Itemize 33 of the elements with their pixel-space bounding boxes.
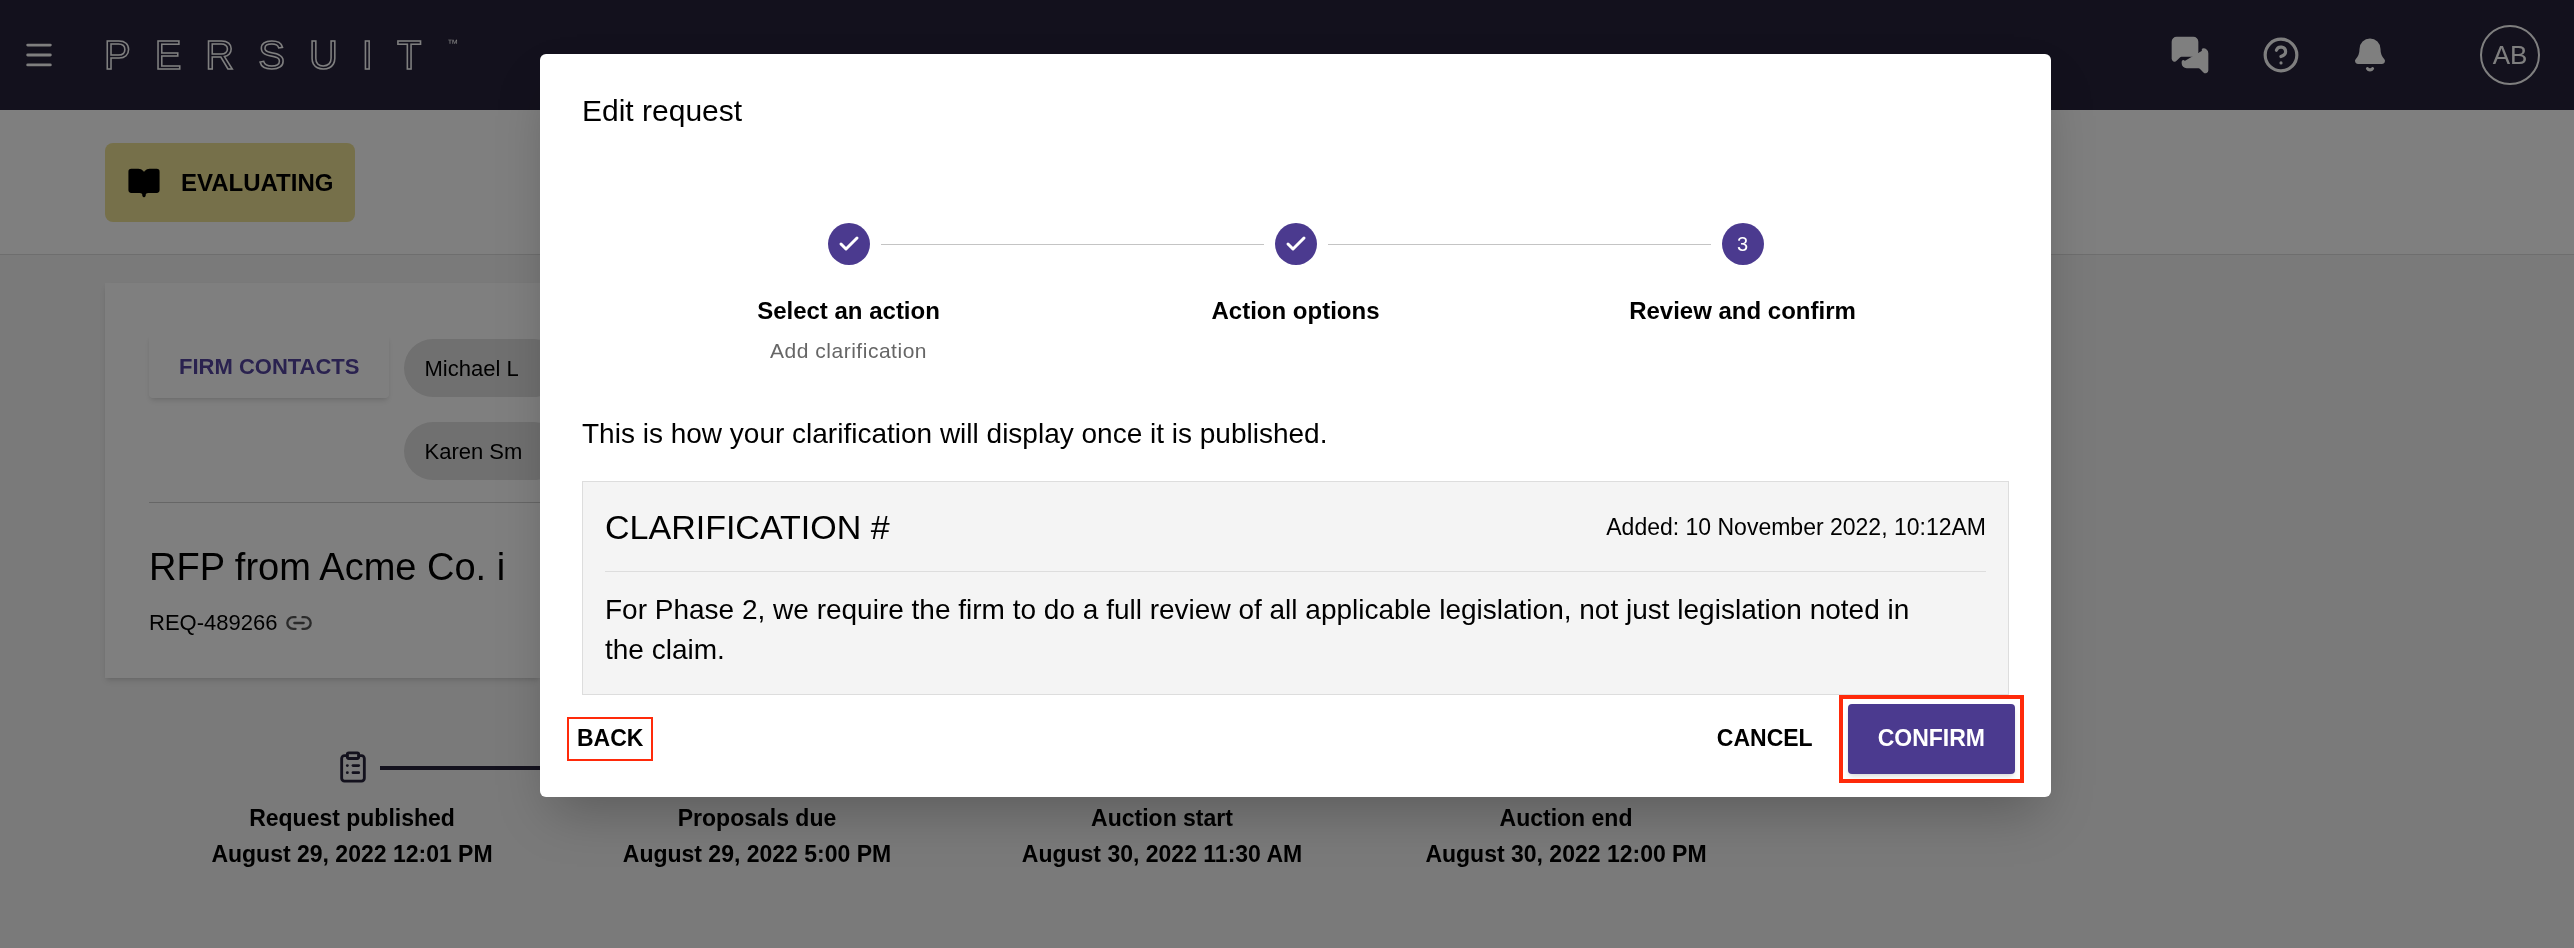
firm-contacts-button[interactable]: FIRM CONTACTS [149,334,390,398]
trademark: ™ [447,36,459,51]
avatar[interactable]: AB [2480,25,2540,85]
request-title: RFP from Acme Co. i [149,545,507,590]
step-label: Review and confirm [1629,296,1856,326]
clarification-body: For Phase 2, we require the firm to do a full review of all applicable legislation, not just legislation noted in the claim. [605,592,1911,667]
timeline-label: Auction end [1499,804,1633,833]
timeline-label: Request published [249,804,455,833]
dialog-title: Edit request [582,93,744,129]
added-date: Added: 10 November 2022, 10:12AM [1606,512,1986,542]
timeline-date: August 30, 2022 12:00 PM [1425,840,1707,869]
notification-icon[interactable] [2352,37,2388,73]
step-sublabel: Add clarification [769,338,928,364]
timeline-date: August 29, 2022 12:01 PM [211,840,493,869]
intro-text: This is how your clarification will display once it is published. [582,416,1329,451]
step-label: Action options [1211,296,1380,326]
timeline-date: August 30, 2022 11:30 AM [1021,840,1303,869]
clarification-title: CLARIFICATION # [605,506,890,548]
request-id: REQ-489266 [149,609,278,637]
timeline-label: Auction start [1091,804,1233,833]
chat-icon[interactable] [2170,35,2210,75]
logo[interactable]: PERSUIT [104,35,446,75]
help-icon[interactable] [2262,36,2300,74]
step-indicator: 3 [1721,223,1764,265]
contact-chip[interactable]: Michael L [404,339,540,397]
text-button[interactable]: BACK [569,718,652,759]
confirm-button[interactable]: CONFIRM [1847,703,2015,774]
timeline-date: August 29, 2022 5:00 PM [622,840,892,869]
step-label: Select an action [757,296,940,326]
text-button[interactable]: CANCEL [1708,718,1821,759]
timeline-label: Proposals due [677,804,837,833]
contact-chip[interactable]: Karen Sm [404,422,540,480]
status-chip: EVALUATING [105,143,356,222]
